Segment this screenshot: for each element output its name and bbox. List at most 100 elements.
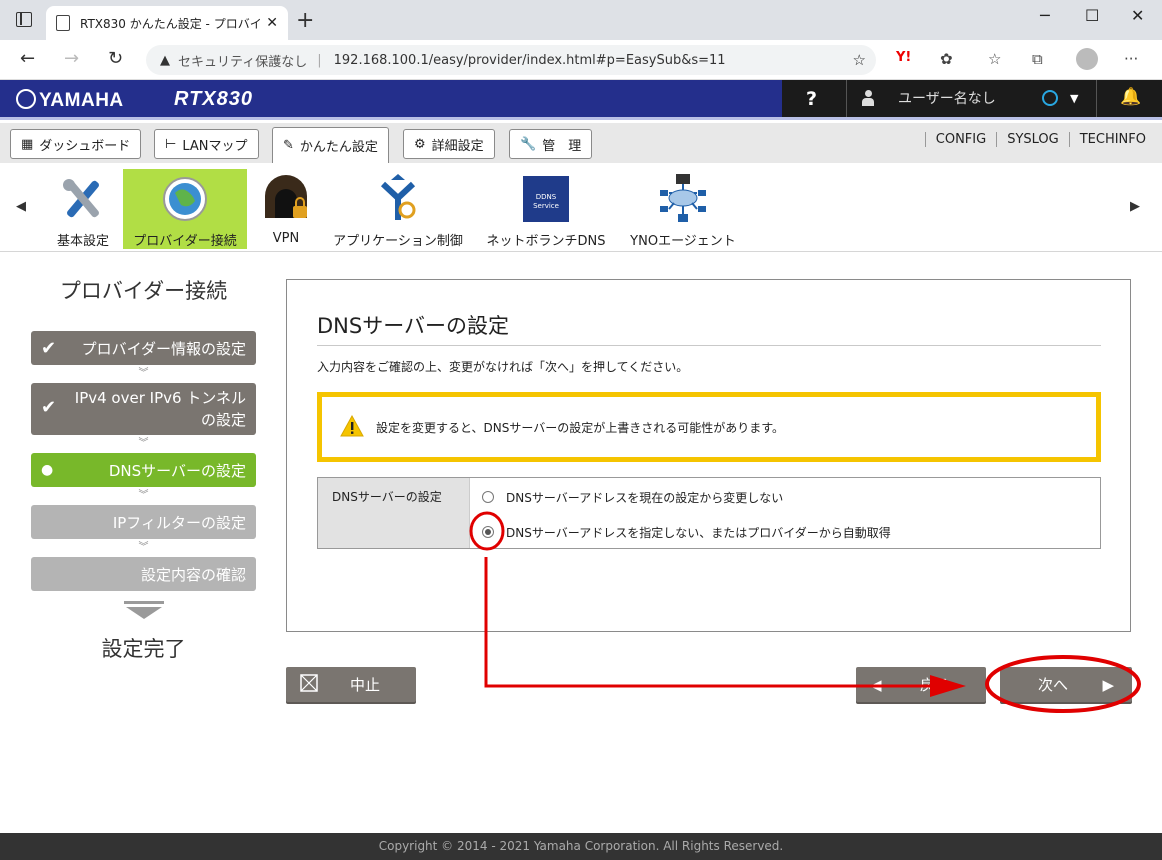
- dns-settings-panel: DNSサーバーの設定 入力内容をご確認の上、変更がなければ「次へ」を押してくださ…: [286, 279, 1131, 632]
- step-down-icon: ︾: [138, 368, 149, 379]
- radio-keep-current[interactable]: [482, 491, 494, 503]
- dns-options: DNSサーバーアドレスを現在の設定から変更しない DNSサーバーアドレスを指定し…: [470, 478, 1100, 548]
- tab-easy-setup[interactable]: ✎ かんたん設定: [272, 127, 389, 163]
- techinfo-link[interactable]: TECHINFO: [1068, 132, 1146, 147]
- menu-item-application-control[interactable]: アプリケーション制御: [330, 169, 466, 249]
- config-link[interactable]: CONFIG: [924, 132, 996, 147]
- branch-arrows-icon: [372, 173, 424, 224]
- page-description: 入力内容をご確認の上、変更がなければ「次へ」を押してください。: [317, 360, 689, 374]
- menu-item-yno-agent[interactable]: YNOエージェント: [626, 169, 740, 249]
- close-window-button[interactable]: ✕: [1131, 6, 1144, 25]
- tab-lanmap[interactable]: ⊢ LANマップ: [154, 129, 259, 159]
- new-tab-button[interactable]: +: [296, 10, 314, 32]
- tab-advanced-settings[interactable]: ⚙ 詳細設定: [403, 129, 495, 159]
- url-text[interactable]: 192.168.100.1/easy/provider/index.html#p…: [334, 53, 726, 68]
- wizard-title: プロバイダー接続: [59, 279, 228, 303]
- model-name: RTX830: [174, 88, 254, 110]
- option-keep-current[interactable]: DNSサーバーアドレスを現在の設定から変更しない: [482, 488, 1100, 506]
- extensions-icon[interactable]: ✿: [940, 50, 953, 68]
- back-button[interactable]: ◀ 戻る: [856, 667, 986, 702]
- back-arrow-icon[interactable]: ←: [20, 48, 35, 69]
- reload-icon[interactable]: ↻: [108, 48, 123, 69]
- easy-setup-icon: ✎: [283, 138, 294, 153]
- syslog-link[interactable]: SYSLOG: [996, 132, 1069, 147]
- security-label[interactable]: セキュリティ保護なし: [178, 51, 307, 70]
- page-title: DNSサーバーの設定: [317, 314, 509, 338]
- step-confirm: 設定内容の確認: [31, 557, 256, 591]
- next-button[interactable]: 次へ ▶: [1000, 667, 1132, 702]
- maximize-button[interactable]: ☐: [1085, 6, 1099, 25]
- tab-close-icon[interactable]: ✕: [266, 15, 278, 31]
- user-name: ユーザー名なし: [898, 91, 996, 107]
- browser-tab-title: RTX830 かんたん設定 - プロバイダー接: [80, 16, 261, 31]
- yahoo-extension-icon[interactable]: Y!: [896, 50, 911, 65]
- warning-icon: [340, 414, 364, 440]
- step-provider-info[interactable]: ✔ プロバイダー情報の設定: [31, 331, 256, 365]
- cancel-button[interactable]: 中止: [286, 667, 416, 702]
- forward-arrow-icon[interactable]: →: [64, 48, 79, 69]
- tab-management[interactable]: 🔧 管 理: [509, 129, 593, 159]
- copyright-footer: Copyright © 2014 - 2021 Yamaha Corporati…: [0, 833, 1162, 860]
- user-menu[interactable]: ユーザー名なし: [862, 88, 996, 108]
- dashboard-icon: ▦: [21, 136, 34, 152]
- check-icon: ✔: [41, 337, 57, 359]
- tab-dashboard[interactable]: ▦ ダッシュボード: [10, 129, 142, 159]
- check-icon: ✔: [41, 397, 57, 418]
- step-dns-server[interactable]: ● DNSサーバーの設定: [31, 453, 256, 487]
- chevron-down-icon[interactable]: ▼: [1070, 92, 1078, 105]
- yamaha-logo: YAMAHA: [16, 89, 124, 112]
- dns-setting-label: DNSサーバーの設定: [318, 478, 470, 548]
- page-favicon-icon: [56, 15, 70, 31]
- dns-setting-row: DNSサーバーの設定 DNSサーバーアドレスを現在の設定から変更しない DNSサ…: [317, 477, 1101, 549]
- favorite-star-icon[interactable]: ☆: [853, 51, 866, 69]
- warning-banner: 設定を変更すると、DNSサーバーの設定が上書きされる可能性があります。: [317, 392, 1101, 462]
- step-down-icon: ︾: [138, 490, 149, 501]
- router-header: YAMAHA RTX830 ? ユーザー名なし ▼ 🔔: [0, 80, 1162, 120]
- triangle-right-icon: ▶: [1102, 675, 1114, 694]
- menu-item-netvolante-dns[interactable]: DDNS Service ネットボランチDNS: [484, 169, 608, 249]
- menu-item-provider[interactable]: プロバイダー接続: [123, 169, 247, 249]
- top-links: CONFIG SYSLOG TECHINFO: [924, 132, 1146, 147]
- title-divider: [317, 345, 1101, 346]
- minimize-button[interactable]: ─: [1040, 6, 1050, 25]
- triangle-left-icon: ◀: [870, 675, 882, 694]
- option-auto-obtain[interactable]: DNSサーバーアドレスを指定しない、またはプロバイダーから自動取得: [482, 523, 1100, 541]
- main-nav: ▦ ダッシュボード ⊢ LANマップ ✎ かんたん設定 ⚙ 詳細設定 🔧 管 理…: [0, 123, 1162, 163]
- gear-icon: ⚙: [414, 136, 426, 152]
- status-ring-icon[interactable]: [1042, 90, 1058, 106]
- menu-item-basic-settings[interactable]: 基本設定: [48, 169, 118, 249]
- wrench-icon: 🔧: [520, 136, 537, 152]
- help-button[interactable]: ?: [806, 88, 817, 110]
- step-down-icon: ︾: [138, 542, 149, 553]
- scroll-left-icon[interactable]: ◀: [16, 199, 26, 214]
- step-down-icon: ︾: [138, 438, 149, 449]
- yamaha-emblem-icon: [16, 89, 36, 109]
- browser-tab[interactable]: RTX830 かんたん設定 - プロバイダー接 ✕: [46, 6, 288, 40]
- notification-bell-icon[interactable]: 🔔: [1120, 87, 1141, 107]
- radio-auto-obtain[interactable]: [482, 526, 494, 538]
- ddns-service-icon: DDNS Service: [520, 173, 572, 224]
- warning-icon[interactable]: ▲: [160, 53, 170, 68]
- favorites-icon[interactable]: ☆: [988, 50, 1001, 68]
- lanmap-icon: ⊢: [165, 136, 177, 152]
- vpn-tunnel-icon: [260, 173, 312, 225]
- tools-icon: [57, 173, 109, 224]
- step-ipv4-over-ipv6[interactable]: ✔ IPv4 over IPv6 トンネル の設定: [31, 383, 256, 435]
- address-bar[interactable]: ▲ セキュリティ保護なし | 192.168.100.1/easy/provid…: [146, 45, 876, 75]
- scroll-right-icon[interactable]: ▶: [1130, 199, 1140, 214]
- collections-icon[interactable]: ⧉: [1032, 50, 1043, 68]
- tab-actions-icon[interactable]: [16, 12, 32, 27]
- more-menu-icon[interactable]: ···: [1124, 50, 1138, 68]
- step-ip-filter: IPフィルターの設定: [31, 505, 256, 539]
- browser-tab-strip: RTX830 かんたん設定 - プロバイダー接 ✕ + ─ ☐ ✕: [0, 0, 1162, 40]
- completion-arrow-icon: [123, 601, 164, 623]
- wizard-steps: プロバイダー接続 ✔ プロバイダー情報の設定 ︾ ✔ IPv4 over IPv…: [31, 275, 256, 663]
- user-icon: [862, 90, 874, 106]
- globe-icon: [159, 173, 211, 224]
- easy-setup-menu: ◀ 基本設定 プロバイダー接続 VPN アプリケーション制御 DDNS Serv…: [0, 163, 1162, 252]
- menu-item-vpn[interactable]: VPN: [256, 169, 316, 249]
- pin-icon: ●: [41, 462, 54, 478]
- browser-toolbar: ← → ↻ ▲ セキュリティ保護なし | 192.168.100.1/easy/…: [0, 40, 1162, 80]
- completion-label: 設定完了: [101, 637, 186, 661]
- profile-avatar[interactable]: [1076, 48, 1098, 70]
